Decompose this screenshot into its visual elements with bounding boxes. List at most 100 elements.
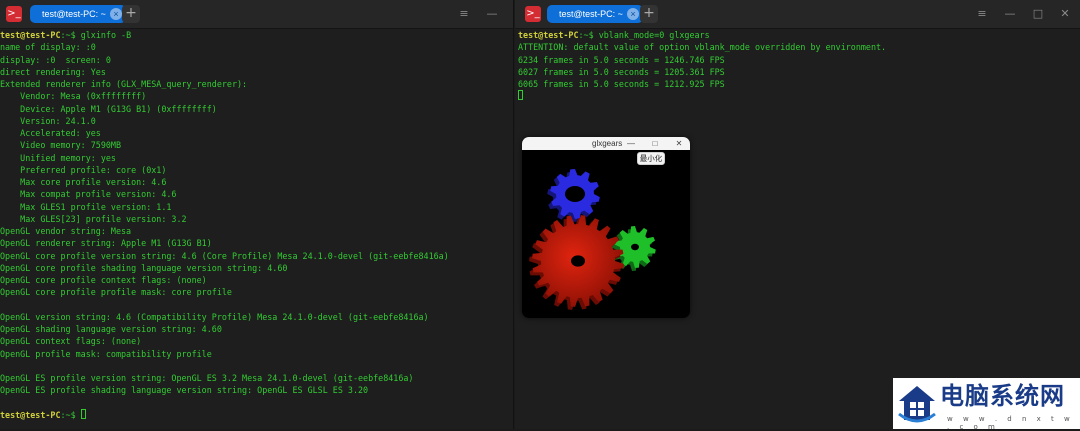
minimize-icon[interactable]: — [485, 7, 499, 21]
output-line: OpenGL version string: 4.6 (Compatibilit… [0, 311, 513, 323]
output-text: OpenGL core profile version string: 4.6 … [0, 250, 449, 261]
output-text: OpenGL shading language version string: … [0, 324, 222, 334]
output-line: Version: 24.1.0 [0, 115, 513, 127]
prompt-line: test@test-PC:~$ glxinfo -B [0, 29, 513, 41]
output-text: OpenGL renderer string: Apple M1 (G13G B… [0, 238, 212, 249]
output-text: Extended renderer info (GLX_MESA_query_r… [0, 79, 248, 89]
output-text: Max GLES1 profile version: 1.1 [0, 201, 172, 212]
menu-icon[interactable]: ≡ [457, 7, 471, 21]
glx-maximize-icon[interactable]: □ [650, 138, 660, 149]
output-text: Unified memory: yes [0, 152, 116, 163]
output-text: Preferred profile: core (0x1) [0, 164, 167, 175]
output-line: OpenGL ES profile shading language versi… [0, 384, 513, 396]
output-text: Version: 24.1.0 [0, 115, 96, 126]
command-text: glxinfo -B [80, 30, 132, 40]
left-terminal-window[interactable]: >_ test@test-PC: ~ × + ≡ — test@test-PC:… [0, 0, 514, 429]
maximize-icon[interactable]: □ [1031, 7, 1045, 21]
menu-icon[interactable]: ≡ [975, 7, 989, 21]
output-line: OpenGL profile mask: compatibility profi… [0, 348, 513, 360]
output-line: OpenGL renderer string: Apple M1 (G13G B… [0, 237, 513, 249]
output-line: ATTENTION: default value of option vblan… [518, 41, 1080, 53]
blue-gear [547, 169, 600, 222]
output-text: OpenGL core profile context flags: (none… [0, 275, 207, 285]
output-text: display: :0 screen: 0 [0, 54, 111, 65]
glx-close-icon[interactable]: ✕ [674, 138, 684, 149]
output-text: Video memory: 7590MB [0, 140, 122, 151]
prompt-user: test@test-PC [518, 30, 579, 40]
output-line [518, 90, 1080, 102]
output-line: Unified memory: yes [0, 152, 513, 164]
left-terminal-tab-title: test@test-PC: ~ [42, 9, 106, 19]
output-line: Preferred profile: core (0x1) [0, 164, 513, 176]
output-text: Accelerated: yes [0, 128, 101, 138]
output-line: 6027 frames in 5.0 seconds = 1205.361 FP… [518, 66, 1080, 78]
terminal-cursor [80, 408, 86, 419]
output-text: Max GLES[23] profile version: 3.2 [0, 213, 187, 224]
output-text: OpenGL context flags: (none) [0, 336, 142, 347]
output-text: direct rendering: Yes [0, 66, 106, 77]
minimize-tooltip: 最小化 [637, 152, 665, 165]
output-text: Max compat profile version: 4.6 [0, 189, 177, 200]
output-line: Device: Apple M1 (G13G B1) (0xffffffff) [0, 103, 513, 115]
output-line: 6065 frames in 5.0 seconds = 1212.925 FP… [518, 78, 1080, 90]
output-line: Accelerated: yes [0, 127, 513, 139]
output-text: OpenGL ES profile version string: OpenGL… [0, 373, 414, 383]
output-text: Vendor: Mesa (0xffffffff) [0, 91, 147, 102]
output-line: direct rendering: Yes [0, 66, 513, 78]
command-text: vblank_mode=0 glxgears [598, 30, 710, 40]
output-line: OpenGL core profile context flags: (none… [0, 274, 513, 286]
output-line: Max GLES[23] profile version: 3.2 [0, 213, 513, 225]
output-line: display: :0 screen: 0 [0, 54, 513, 66]
glxgears-titlebar[interactable]: glxgears — □ ✕ [522, 137, 690, 150]
prompt-user: test@test-PC [0, 409, 61, 420]
output-line: OpenGL core profile profile mask: core p… [0, 286, 513, 298]
watermark-title: 电脑系统网 [940, 382, 1065, 410]
prompt-path: :~$ [60, 409, 81, 420]
tab-close-icon[interactable]: × [627, 8, 639, 20]
new-tab-button[interactable]: + [122, 5, 140, 23]
glx-minimize-icon[interactable]: — [626, 138, 636, 149]
left-terminal-tab[interactable]: test@test-PC: ~ × [30, 5, 126, 23]
output-text: OpenGL version string: 4.6 (Compatibilit… [0, 311, 429, 322]
gear-red-hole [571, 255, 585, 267]
close-icon[interactable]: ✕ [1058, 7, 1072, 21]
prompt-path: :~$ [578, 30, 599, 40]
output-text: 6065 frames in 5.0 seconds = 1212.925 FP… [518, 79, 725, 89]
prompt-user: test@test-PC [0, 30, 61, 40]
glxgears-title: glxgears [592, 139, 623, 148]
output-text: Max core profile version: 4.6 [0, 177, 167, 187]
output-text: OpenGL core profile profile mask: core p… [0, 287, 232, 298]
output-line: Max GLES1 profile version: 1.1 [0, 201, 513, 213]
right-terminal-output[interactable]: test@test-PC:~$ vblank_mode=0 glxgears AT… [518, 29, 1080, 103]
house-logo-icon [898, 386, 936, 423]
output-line: Max compat profile version: 4.6 [0, 188, 513, 200]
right-terminal-tab-title: test@test-PC: ~ [559, 9, 623, 19]
output-line: 6234 frames in 5.0 seconds = 1246.746 FP… [518, 54, 1080, 66]
right-terminal-tabbar: >_ test@test-PC: ~ × + ≡ — □ ✕ [515, 0, 1080, 29]
gear-green-hole [631, 243, 639, 251]
output-line: Vendor: Mesa (0xffffffff) [0, 90, 513, 102]
site-watermark: 电脑系统网 w w w . d n x t w . c o m [893, 378, 1080, 431]
output-line: OpenGL core profile version string: 4.6 … [0, 250, 513, 262]
left-terminal-tabbar: >_ test@test-PC: ~ × + ≡ — [0, 0, 513, 29]
output-line: OpenGL vendor string: Mesa [0, 225, 513, 237]
terminal-app-icon[interactable]: >_ [6, 6, 22, 22]
gear-blue-hole [565, 186, 585, 202]
output-line: OpenGL context flags: (none) [0, 335, 513, 347]
terminal-app-icon[interactable]: >_ [525, 6, 541, 22]
output-text: ATTENTION: default value of option vblan… [518, 42, 887, 53]
glxgears-window[interactable]: glxgears — □ ✕ [522, 137, 690, 318]
minimize-icon[interactable]: — [1003, 7, 1017, 21]
red-gear [529, 215, 624, 310]
prompt-line: test@test-PC:~$ [0, 408, 513, 421]
new-tab-button[interactable]: + [640, 5, 658, 23]
output-line: Video memory: 7590MB [0, 139, 513, 151]
left-terminal-output[interactable]: test@test-PC:~$ glxinfo -B name of displa… [0, 29, 513, 421]
output-line: OpenGL shading language version string: … [0, 323, 513, 335]
tab-close-icon[interactable]: × [110, 8, 122, 20]
output-line: OpenGL ES profile version string: OpenGL… [0, 372, 513, 384]
right-terminal-tab[interactable]: test@test-PC: ~ × [547, 5, 643, 23]
prompt-line: test@test-PC:~$ vblank_mode=0 glxgears [518, 29, 1080, 41]
